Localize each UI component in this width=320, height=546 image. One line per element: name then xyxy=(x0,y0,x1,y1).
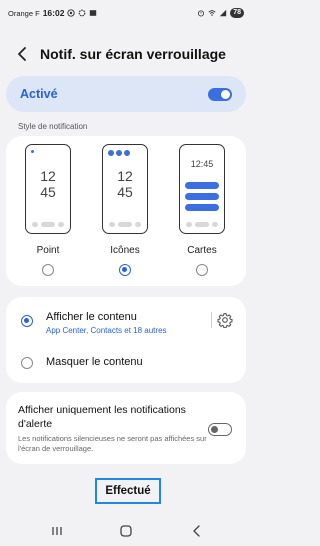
show-content-title[interactable]: Afficher le contenu xyxy=(46,311,137,323)
back-nav-icon xyxy=(193,525,200,537)
style-preview-cards[interactable]: 12:45 xyxy=(179,144,225,234)
back-button[interactable] xyxy=(8,39,38,69)
alert-only-toggle[interactable] xyxy=(208,423,232,436)
back-nav-button[interactable] xyxy=(189,524,205,538)
carrier-label: Orange F xyxy=(8,8,40,18)
settings-status-icon xyxy=(79,9,86,17)
notification-card xyxy=(185,193,219,200)
show-content-apps: App Center, Contacts et 18 autres xyxy=(46,326,167,335)
wifi-icon xyxy=(208,10,216,16)
signal-icon xyxy=(220,9,227,17)
style-option-point-label: Point xyxy=(36,245,60,256)
status-clock: 16:02 xyxy=(42,8,65,18)
navigation-bar xyxy=(0,516,252,546)
content-settings-button[interactable] xyxy=(217,312,233,329)
page-title: Notif. sur écran verrouillage xyxy=(40,46,226,62)
notification-style-heading: Style de notification xyxy=(18,122,88,131)
alert-only-card[interactable]: Afficher uniquement les notifications d'… xyxy=(6,392,246,464)
home-icon xyxy=(120,525,132,537)
back-arrow-icon xyxy=(18,47,26,61)
gear-icon xyxy=(217,313,233,329)
notification-style-card: 12 45 12 45 12:45 Point Icônes Cartes xyxy=(6,136,246,286)
show-content-radio[interactable] xyxy=(21,315,33,327)
content-visibility-card: Afficher le contenu App Center, Contacts… xyxy=(6,297,246,383)
preview-bottom-bar xyxy=(186,222,218,227)
preview-clock-minutes: 45 xyxy=(40,184,56,200)
header: Notif. sur écran verrouillage xyxy=(0,36,252,72)
image-icon xyxy=(90,10,97,16)
preview-clock-hours: 12 xyxy=(117,168,133,184)
recent-apps-button[interactable] xyxy=(49,524,65,538)
preview-bottom-bar xyxy=(109,222,141,227)
divider xyxy=(211,312,212,328)
preview-clock-hours: 12 xyxy=(40,168,56,184)
style-preview-point[interactable]: 12 45 xyxy=(25,144,71,234)
notification-icon xyxy=(67,9,76,17)
battery-indicator: 78 xyxy=(230,8,244,18)
hide-content-radio[interactable] xyxy=(21,357,33,369)
hide-content-title[interactable]: Masquer le contenu xyxy=(46,356,143,368)
style-radio-cards[interactable] xyxy=(196,264,208,276)
style-option-cards-label: Cartes xyxy=(187,245,217,256)
alert-only-title: Afficher uniquement les notifications d'… xyxy=(18,404,186,430)
preview-cards-clock: 12:45 xyxy=(190,159,214,169)
master-toggle-switch[interactable] xyxy=(208,87,232,101)
style-option-icons-label: Icônes xyxy=(110,245,140,256)
master-toggle-row[interactable]: Activé xyxy=(6,76,246,112)
home-button[interactable] xyxy=(118,524,134,538)
master-toggle-label: Activé xyxy=(20,87,58,101)
notification-icons xyxy=(108,150,130,156)
notification-dot xyxy=(31,150,34,153)
done-button[interactable]: Effectué xyxy=(95,478,161,504)
status-bar: Orange F 16:02 78 xyxy=(0,0,252,26)
alarm-icon xyxy=(198,10,205,17)
preview-clock-minutes: 45 xyxy=(117,184,133,200)
preview-bottom-bar xyxy=(32,222,64,227)
style-preview-icons[interactable]: 12 45 xyxy=(102,144,148,234)
style-radio-icons[interactable] xyxy=(119,264,131,276)
style-radio-point[interactable] xyxy=(42,264,54,276)
alert-only-description: Les notifications silencieuses ne seront… xyxy=(18,434,207,453)
notification-card xyxy=(185,204,219,211)
notification-card xyxy=(185,182,219,189)
recent-apps-icon xyxy=(52,527,62,535)
